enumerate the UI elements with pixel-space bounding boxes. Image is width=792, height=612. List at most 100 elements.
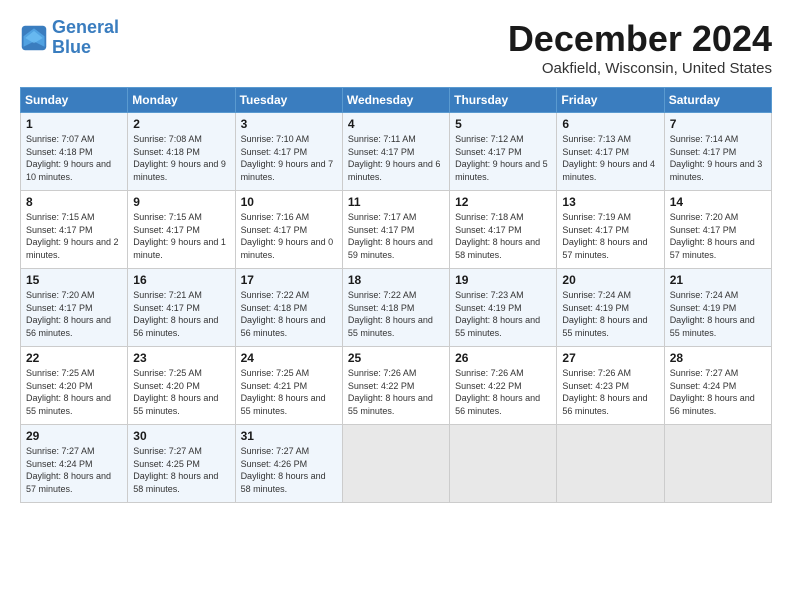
day-number: 22 (26, 351, 123, 365)
day-cell: 29 Sunrise: 7:27 AMSunset: 4:24 PMDaylig… (21, 425, 128, 503)
day-cell: 1 Sunrise: 7:07 AMSunset: 4:18 PMDayligh… (21, 113, 128, 191)
week-row-0: 1 Sunrise: 7:07 AMSunset: 4:18 PMDayligh… (21, 113, 772, 191)
day-info: Sunrise: 7:11 AMSunset: 4:17 PMDaylight:… (348, 133, 445, 183)
col-header-sunday: Sunday (21, 88, 128, 113)
day-number: 31 (241, 429, 338, 443)
day-info: Sunrise: 7:27 AMSunset: 4:25 PMDaylight:… (133, 445, 230, 495)
day-number: 5 (455, 117, 552, 131)
day-cell: 28 Sunrise: 7:27 AMSunset: 4:24 PMDaylig… (664, 347, 771, 425)
day-number: 24 (241, 351, 338, 365)
day-number: 13 (562, 195, 659, 209)
week-row-2: 15 Sunrise: 7:20 AMSunset: 4:17 PMDaylig… (21, 269, 772, 347)
page: General Blue December 2024 Oakfield, Wis… (0, 0, 792, 513)
day-info: Sunrise: 7:21 AMSunset: 4:17 PMDaylight:… (133, 289, 230, 339)
day-number: 3 (241, 117, 338, 131)
day-number: 30 (133, 429, 230, 443)
col-header-tuesday: Tuesday (235, 88, 342, 113)
day-number: 9 (133, 195, 230, 209)
day-cell: 30 Sunrise: 7:27 AMSunset: 4:25 PMDaylig… (128, 425, 235, 503)
day-number: 10 (241, 195, 338, 209)
day-number: 1 (26, 117, 123, 131)
day-cell: 22 Sunrise: 7:25 AMSunset: 4:20 PMDaylig… (21, 347, 128, 425)
logo-text: General Blue (52, 18, 119, 58)
day-cell: 25 Sunrise: 7:26 AMSunset: 4:22 PMDaylig… (342, 347, 449, 425)
day-cell: 15 Sunrise: 7:20 AMSunset: 4:17 PMDaylig… (21, 269, 128, 347)
day-info: Sunrise: 7:13 AMSunset: 4:17 PMDaylight:… (562, 133, 659, 183)
day-number: 8 (26, 195, 123, 209)
day-number: 23 (133, 351, 230, 365)
day-info: Sunrise: 7:16 AMSunset: 4:17 PMDaylight:… (241, 211, 338, 261)
day-number: 7 (670, 117, 767, 131)
col-header-saturday: Saturday (664, 88, 771, 113)
day-number: 19 (455, 273, 552, 287)
day-cell: 21 Sunrise: 7:24 AMSunset: 4:19 PMDaylig… (664, 269, 771, 347)
week-row-3: 22 Sunrise: 7:25 AMSunset: 4:20 PMDaylig… (21, 347, 772, 425)
day-cell: 3 Sunrise: 7:10 AMSunset: 4:17 PMDayligh… (235, 113, 342, 191)
header-row: SundayMondayTuesdayWednesdayThursdayFrid… (21, 88, 772, 113)
logo-line1: General (52, 17, 119, 37)
location: Oakfield, Wisconsin, United States (508, 60, 772, 77)
day-cell: 23 Sunrise: 7:25 AMSunset: 4:20 PMDaylig… (128, 347, 235, 425)
day-cell: 24 Sunrise: 7:25 AMSunset: 4:21 PMDaylig… (235, 347, 342, 425)
day-cell: 6 Sunrise: 7:13 AMSunset: 4:17 PMDayligh… (557, 113, 664, 191)
logo: General Blue (20, 18, 119, 58)
day-cell: 27 Sunrise: 7:26 AMSunset: 4:23 PMDaylig… (557, 347, 664, 425)
col-header-monday: Monday (128, 88, 235, 113)
day-info: Sunrise: 7:25 AMSunset: 4:21 PMDaylight:… (241, 367, 338, 417)
day-cell (557, 425, 664, 503)
day-number: 21 (670, 273, 767, 287)
day-info: Sunrise: 7:25 AMSunset: 4:20 PMDaylight:… (133, 367, 230, 417)
day-cell: 10 Sunrise: 7:16 AMSunset: 4:17 PMDaylig… (235, 191, 342, 269)
day-number: 14 (670, 195, 767, 209)
header: General Blue December 2024 Oakfield, Wis… (20, 18, 772, 77)
day-cell: 20 Sunrise: 7:24 AMSunset: 4:19 PMDaylig… (557, 269, 664, 347)
calendar-table: SundayMondayTuesdayWednesdayThursdayFrid… (20, 87, 772, 503)
day-info: Sunrise: 7:24 AMSunset: 4:19 PMDaylight:… (670, 289, 767, 339)
day-info: Sunrise: 7:15 AMSunset: 4:17 PMDaylight:… (133, 211, 230, 261)
month-title: December 2024 (508, 18, 772, 60)
day-number: 28 (670, 351, 767, 365)
day-cell: 7 Sunrise: 7:14 AMSunset: 4:17 PMDayligh… (664, 113, 771, 191)
day-number: 11 (348, 195, 445, 209)
day-number: 6 (562, 117, 659, 131)
day-cell: 9 Sunrise: 7:15 AMSunset: 4:17 PMDayligh… (128, 191, 235, 269)
day-number: 20 (562, 273, 659, 287)
logo-icon (20, 24, 48, 52)
col-header-friday: Friday (557, 88, 664, 113)
day-cell: 14 Sunrise: 7:20 AMSunset: 4:17 PMDaylig… (664, 191, 771, 269)
day-info: Sunrise: 7:24 AMSunset: 4:19 PMDaylight:… (562, 289, 659, 339)
day-info: Sunrise: 7:19 AMSunset: 4:17 PMDaylight:… (562, 211, 659, 261)
day-cell: 8 Sunrise: 7:15 AMSunset: 4:17 PMDayligh… (21, 191, 128, 269)
day-info: Sunrise: 7:22 AMSunset: 4:18 PMDaylight:… (241, 289, 338, 339)
day-info: Sunrise: 7:15 AMSunset: 4:17 PMDaylight:… (26, 211, 123, 261)
day-cell: 19 Sunrise: 7:23 AMSunset: 4:19 PMDaylig… (450, 269, 557, 347)
week-row-1: 8 Sunrise: 7:15 AMSunset: 4:17 PMDayligh… (21, 191, 772, 269)
day-cell: 12 Sunrise: 7:18 AMSunset: 4:17 PMDaylig… (450, 191, 557, 269)
day-info: Sunrise: 7:12 AMSunset: 4:17 PMDaylight:… (455, 133, 552, 183)
day-cell: 17 Sunrise: 7:22 AMSunset: 4:18 PMDaylig… (235, 269, 342, 347)
day-info: Sunrise: 7:26 AMSunset: 4:23 PMDaylight:… (562, 367, 659, 417)
day-cell: 26 Sunrise: 7:26 AMSunset: 4:22 PMDaylig… (450, 347, 557, 425)
logo-line2: Blue (52, 37, 91, 57)
day-info: Sunrise: 7:23 AMSunset: 4:19 PMDaylight:… (455, 289, 552, 339)
day-number: 18 (348, 273, 445, 287)
day-number: 27 (562, 351, 659, 365)
day-info: Sunrise: 7:20 AMSunset: 4:17 PMDaylight:… (670, 211, 767, 261)
day-info: Sunrise: 7:18 AMSunset: 4:17 PMDaylight:… (455, 211, 552, 261)
day-cell: 18 Sunrise: 7:22 AMSunset: 4:18 PMDaylig… (342, 269, 449, 347)
day-number: 29 (26, 429, 123, 443)
day-cell: 4 Sunrise: 7:11 AMSunset: 4:17 PMDayligh… (342, 113, 449, 191)
day-cell (664, 425, 771, 503)
week-row-4: 29 Sunrise: 7:27 AMSunset: 4:24 PMDaylig… (21, 425, 772, 503)
day-info: Sunrise: 7:10 AMSunset: 4:17 PMDaylight:… (241, 133, 338, 183)
day-number: 2 (133, 117, 230, 131)
day-info: Sunrise: 7:17 AMSunset: 4:17 PMDaylight:… (348, 211, 445, 261)
day-number: 12 (455, 195, 552, 209)
day-info: Sunrise: 7:07 AMSunset: 4:18 PMDaylight:… (26, 133, 123, 183)
day-number: 17 (241, 273, 338, 287)
day-info: Sunrise: 7:14 AMSunset: 4:17 PMDaylight:… (670, 133, 767, 183)
day-number: 16 (133, 273, 230, 287)
day-number: 26 (455, 351, 552, 365)
day-cell (342, 425, 449, 503)
day-info: Sunrise: 7:20 AMSunset: 4:17 PMDaylight:… (26, 289, 123, 339)
